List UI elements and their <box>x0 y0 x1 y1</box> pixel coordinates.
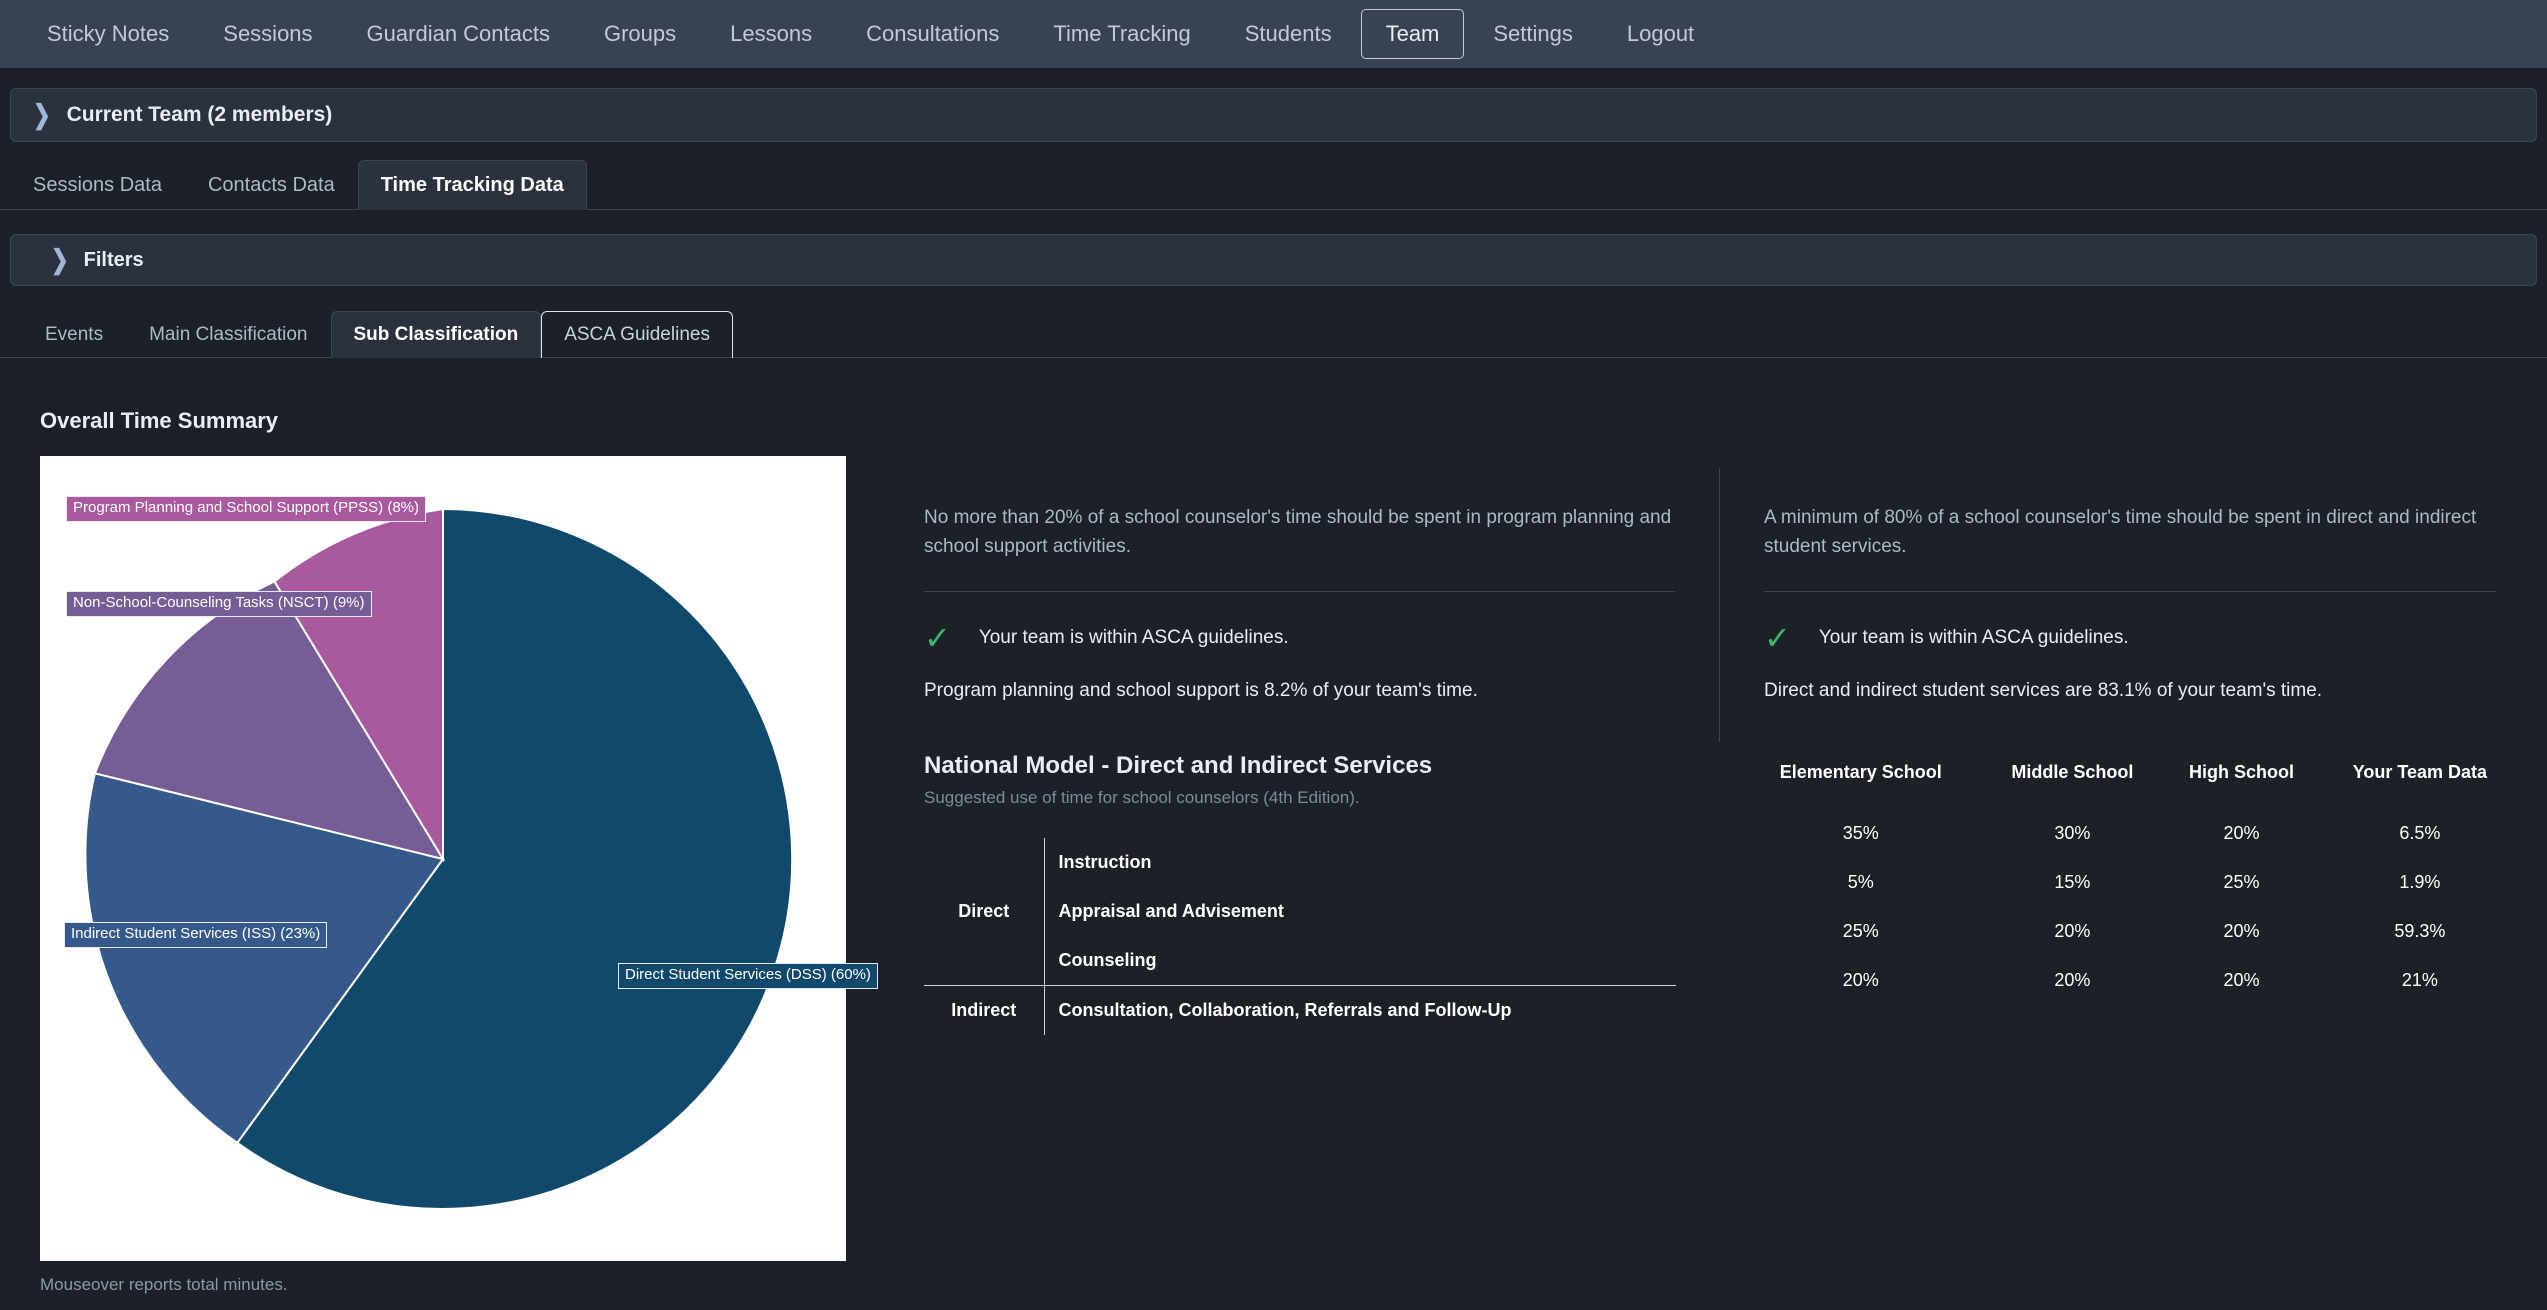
tab-asca-guidelines[interactable]: ASCA Guidelines <box>541 311 733 358</box>
national-model-table: Instruction Direct Appraisal and Advisem… <box>924 838 1676 1035</box>
primary-tab-bar: Sessions Data Contacts Data Time Trackin… <box>0 160 2547 210</box>
cell-team-2: 59.3% <box>2394 921 2446 941</box>
chevron-right-icon: ❯ <box>33 100 51 130</box>
pie-label-iss: Indirect Student Services (ISS) (23%) <box>64 922 328 948</box>
cell-team-0: 6.5% <box>2399 823 2441 843</box>
ppss-guideline-text: No more than 20% of a school counselor's… <box>924 507 1672 557</box>
panel-divider <box>924 591 1675 592</box>
col-header-elementary-school: Elementary School <box>1779 762 1942 782</box>
services-status-text: Your team is within ASCA guidelines. <box>1818 627 2129 648</box>
nav-item-consultations[interactable]: Consultations <box>841 9 1024 59</box>
nav-item-guardian-contacts[interactable]: Guardian Contacts <box>342 9 575 59</box>
main-content: Overall Time Summary Program Planning an… <box>0 358 2547 1295</box>
chart-column: Overall Time Summary Program Planning an… <box>0 408 880 1295</box>
tab-time-tracking-data[interactable]: Time Tracking Data <box>357 160 587 210</box>
check-icon: ✓ <box>1764 620 1791 656</box>
services-guideline-text: A minimum of 80% of a school counselor's… <box>1764 507 2477 557</box>
nm-service-appraisal: Appraisal and Advisement <box>1058 901 1284 921</box>
bottom-section: National Model - Direct and Indirect Ser… <box>880 742 2547 1035</box>
secondary-tab-bar: Events Main Classification Sub Classific… <box>0 311 2547 358</box>
nav-item-groups[interactable]: Groups <box>579 9 701 59</box>
table-header-row: Elementary School Middle School High Sch… <box>1740 752 2520 809</box>
col-header-your-team-data: Your Team Data <box>2352 762 2488 782</box>
chevron-right-icon: ❯ <box>51 245 69 275</box>
nav-item-logout[interactable]: Logout <box>1602 9 1719 59</box>
national-model-section: National Model - Direct and Indirect Ser… <box>880 752 1720 1035</box>
table-row: Counseling <box>924 936 1676 986</box>
comparison-data-table: Elementary School Middle School High Sch… <box>1740 752 2520 1005</box>
table-row: Indirect Consultation, Collaboration, Re… <box>924 985 1676 1035</box>
table-row: 25% 20% 20% 59.3% <box>1740 907 2520 956</box>
chart-footnote: Mouseover reports total minutes. <box>40 1275 288 1294</box>
panel-direct-indirect-services: A minimum of 80% of a school counselor's… <box>1720 468 2540 742</box>
filters-label: Filters <box>83 248 144 271</box>
services-status-row: ✓ Your team is within ASCA guidelines. <box>1764 622 2496 654</box>
ppss-status-row: ✓ Your team is within ASCA guidelines. <box>924 622 1675 654</box>
check-icon: ✓ <box>924 620 951 656</box>
services-stat-text: Direct and indirect student services are… <box>1764 680 2323 701</box>
pie-label-ppss: Program Planning and School Support (PPS… <box>66 496 427 522</box>
cell-elementary-1: 5% <box>1847 872 1874 892</box>
top-navigation-bar: Sticky Notes Sessions Guardian Contacts … <box>0 0 2547 68</box>
tab-contacts-data[interactable]: Contacts Data <box>185 160 358 210</box>
comparison-data-section: Elementary School Middle School High Sch… <box>1720 752 2540 1035</box>
panel-program-planning: No more than 20% of a school counselor's… <box>880 468 1720 742</box>
nm-category-indirect: Indirect <box>924 985 1045 1035</box>
pie-label-dss: Direct Student Services (DSS) (60%) <box>618 963 878 989</box>
nav-item-students[interactable]: Students <box>1220 9 1357 59</box>
nav-item-time-tracking[interactable]: Time Tracking <box>1028 9 1215 59</box>
nav-item-sticky-notes[interactable]: Sticky Notes <box>22 9 194 59</box>
cell-elementary-2: 25% <box>1842 921 1879 941</box>
panel-divider <box>1764 591 2496 592</box>
table-row: Instruction <box>924 838 1676 887</box>
nav-divider-strip <box>0 68 2547 88</box>
current-team-accordion[interactable]: ❯ Current Team (2 members) <box>10 88 2537 142</box>
nav-item-lessons[interactable]: Lessons <box>705 9 837 59</box>
nm-service-consultation: Consultation, Collaboration, Referrals a… <box>1044 985 1676 1035</box>
cell-middle-1: 15% <box>2054 872 2091 892</box>
table-row: Direct Appraisal and Advisement <box>924 887 1676 936</box>
nm-category-blank <box>924 838 1045 887</box>
nm-category-blank-2 <box>924 936 1045 986</box>
pie-chart-container[interactable]: Program Planning and School Support (PPS… <box>40 456 878 1261</box>
tab-events[interactable]: Events <box>22 311 126 358</box>
guideline-panels: No more than 20% of a school counselor's… <box>880 408 2547 742</box>
tab-sub-classification[interactable]: Sub Classification <box>330 311 542 358</box>
table-row: 35% 30% 20% 6.5% <box>1740 809 2520 858</box>
cell-team-3: 21% <box>2401 970 2438 990</box>
ppss-stat-text: Program planning and school support is 8… <box>924 680 1478 701</box>
table-row: 20% 20% 20% 21% <box>1740 956 2520 1005</box>
nm-service-counseling: Counseling <box>1058 950 1157 970</box>
cell-elementary-3: 20% <box>1842 970 1879 990</box>
col-header-high-school: High School <box>2189 762 2295 782</box>
tab-sessions-data[interactable]: Sessions Data <box>10 160 185 210</box>
cell-elementary-0: 35% <box>1842 823 1879 843</box>
nm-service-instruction: Instruction <box>1058 852 1152 872</box>
pie-label-nsct: Non-School-Counseling Tasks (NSCT) (9%) <box>66 591 372 617</box>
nav-item-sessions[interactable]: Sessions <box>198 9 337 59</box>
guidelines-column: No more than 20% of a school counselor's… <box>880 408 2547 1295</box>
cell-high-1: 25% <box>2223 872 2260 892</box>
tab-main-classification[interactable]: Main Classification <box>126 311 330 358</box>
cell-team-1: 1.9% <box>2399 872 2441 892</box>
table-row: 5% 15% 25% 1.9% <box>1740 858 2520 907</box>
national-model-title: National Model - Direct and Indirect Ser… <box>924 752 1433 779</box>
nm-category-direct: Direct <box>924 887 1045 936</box>
current-team-label: Current Team (2 members) <box>66 103 333 126</box>
cell-middle-2: 20% <box>2054 921 2091 941</box>
cell-high-3: 20% <box>2223 970 2260 990</box>
cell-high-0: 20% <box>2223 823 2260 843</box>
cell-middle-0: 30% <box>2054 823 2091 843</box>
ppss-status-text: Your team is within ASCA guidelines. <box>978 627 1289 648</box>
cell-high-2: 20% <box>2223 921 2260 941</box>
national-model-subtitle: Suggested use of time for school counsel… <box>924 788 1360 807</box>
col-header-middle-school: Middle School <box>2011 762 2134 782</box>
filters-accordion[interactable]: ❯ Filters <box>10 234 2537 286</box>
pie-chart-svg[interactable] <box>40 456 846 1261</box>
nav-item-settings[interactable]: Settings <box>1468 9 1598 59</box>
page-title: Overall Time Summary <box>40 408 279 433</box>
cell-middle-3: 20% <box>2054 970 2091 990</box>
nav-item-team[interactable]: Team <box>1360 9 1465 59</box>
